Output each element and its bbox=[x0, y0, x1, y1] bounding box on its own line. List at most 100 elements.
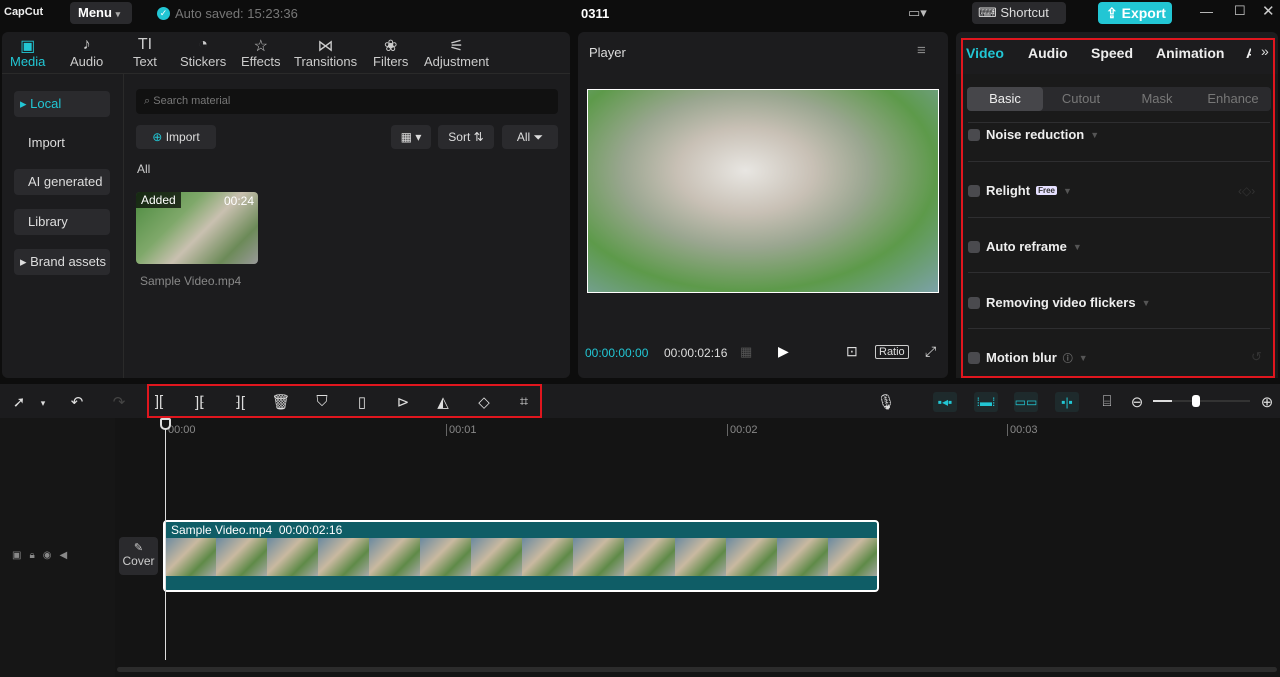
filmstrip-frame bbox=[369, 538, 420, 576]
zoom-slider[interactable] bbox=[1153, 395, 1250, 407]
edit-icon: ✎ bbox=[133, 542, 144, 554]
zoom-slider-handle[interactable] bbox=[1192, 395, 1201, 407]
check-icon: ✓ bbox=[157, 7, 170, 20]
filmstrip-frame bbox=[522, 538, 573, 576]
shortcut-button[interactable]: ⌨ Shortcut bbox=[972, 2, 1066, 24]
filmstrip-frame bbox=[318, 538, 369, 576]
video-preview[interactable] bbox=[587, 89, 939, 293]
tab-effects[interactable]: ☆ Effects bbox=[241, 36, 281, 69]
chevron-down-icon[interactable]: ▾ bbox=[32, 398, 54, 409]
play-icon[interactable]: ▶ bbox=[778, 343, 789, 360]
menu-button[interactable]: Menu ▾ bbox=[70, 2, 132, 24]
zoom-in-icon[interactable]: ⊕ bbox=[1256, 393, 1278, 411]
minimize-icon[interactable]: — bbox=[1200, 4, 1213, 19]
tab-audio[interactable]: ♪ Audio bbox=[70, 36, 103, 69]
preview-axis-icon[interactable]: ▪|▪ bbox=[1055, 392, 1079, 412]
select-cursor-icon[interactable]: ➚ bbox=[8, 393, 30, 411]
sidebar-item-brand-assets[interactable]: ▸ Brand assets bbox=[14, 249, 110, 275]
tab-stickers[interactable]: ◔ Stickers bbox=[180, 36, 226, 69]
hamburger-icon[interactable]: ≡ bbox=[917, 42, 926, 59]
speaker-icon[interactable]: ◀ bbox=[60, 550, 76, 561]
highlight-box-inspector bbox=[961, 38, 1275, 378]
tab-label: Stickers bbox=[180, 54, 227, 69]
transitions-icon: ⋈ bbox=[317, 38, 334, 55]
filter-label: All bbox=[516, 130, 531, 144]
chevron-down-icon: ▾ bbox=[115, 9, 121, 19]
clip-label: Sample Video.mp4 00:00:02:16 bbox=[171, 523, 342, 537]
tab-filters[interactable]: ❀ Filters bbox=[373, 36, 408, 69]
export-label: Export bbox=[1121, 5, 1166, 21]
clip-name: Sample Video.mp4 bbox=[140, 274, 242, 288]
media-panel bbox=[2, 32, 570, 378]
filmstrip-frame bbox=[624, 538, 675, 576]
timeline-video-clip[interactable]: Sample Video.mp4 00:00:02:16 bbox=[163, 520, 879, 592]
section-label: All bbox=[137, 162, 151, 176]
ruler-search-icon[interactable]: ⌸ bbox=[1096, 393, 1118, 410]
tab-label: Audio bbox=[70, 54, 104, 69]
divider bbox=[123, 74, 124, 378]
screenshot-icon[interactable]: ⊡ bbox=[846, 343, 858, 360]
close-icon[interactable]: ✕ bbox=[1262, 2, 1275, 20]
tab-adjustment[interactable]: ⚟ Adjustment bbox=[424, 36, 489, 69]
microphone-icon[interactable]: 🎙︎ bbox=[875, 393, 897, 411]
cover-button[interactable]: ✎ Cover bbox=[119, 537, 158, 575]
filter-button[interactable]: All ⏷ bbox=[502, 125, 558, 149]
sort-icon: ⇅ bbox=[473, 130, 484, 144]
filmstrip-frame bbox=[573, 538, 624, 576]
keyboard-icon: ⌨ bbox=[978, 5, 997, 20]
menu-label: Menu bbox=[78, 5, 112, 20]
divider bbox=[2, 73, 570, 74]
capcut-logo: CapCut bbox=[4, 6, 44, 18]
sidebar-item-library[interactable]: Library bbox=[14, 209, 110, 235]
layout-icon[interactable]: ▭▾ bbox=[908, 5, 927, 21]
sidebar-label: Local bbox=[30, 96, 62, 111]
sidebar-item-import[interactable]: Import bbox=[14, 130, 110, 156]
filmstrip-frame bbox=[267, 538, 318, 576]
undo-icon[interactable]: ↶ bbox=[66, 393, 88, 411]
tab-transitions[interactable]: ⋈ Transitions bbox=[294, 36, 357, 69]
video-track-icon[interactable]: ▣ bbox=[12, 550, 29, 561]
auto-snap-icon[interactable]: ⁞▬⁞ bbox=[974, 392, 998, 412]
ruler-tick: 00:00 bbox=[168, 424, 196, 436]
playhead[interactable] bbox=[165, 420, 166, 660]
search-placeholder: Search material bbox=[153, 95, 231, 107]
export-button[interactable]: ⇪ Export bbox=[1098, 2, 1172, 24]
horizontal-scrollbar[interactable] bbox=[117, 667, 1277, 672]
tab-text[interactable]: TI Text bbox=[133, 36, 157, 69]
tab-media[interactable]: ▣ Media bbox=[10, 36, 45, 69]
project-title: 0311 bbox=[581, 6, 610, 21]
filmstrip-frame bbox=[471, 538, 522, 576]
link-icon[interactable]: ▭▭ bbox=[1014, 392, 1038, 412]
redo-icon[interactable]: ↷ bbox=[108, 393, 130, 411]
sort-label: Sort bbox=[448, 130, 471, 144]
sidebar-item-ai-generated[interactable]: AI generated bbox=[14, 169, 110, 195]
eye-icon[interactable]: ◉ bbox=[43, 550, 60, 561]
import-button[interactable]: ⊕ Import bbox=[136, 125, 216, 149]
shortcut-label: Shortcut bbox=[1000, 5, 1049, 20]
sort-button[interactable]: Sort ⇅ bbox=[438, 125, 494, 149]
sidebar-item-local[interactable]: ▸ Local bbox=[14, 91, 110, 117]
search-input[interactable]: ⌕ Search material bbox=[136, 89, 558, 114]
timecode-grid-icon[interactable]: ▦ bbox=[740, 344, 752, 360]
lock-icon[interactable]: 🔒︎ bbox=[29, 550, 42, 561]
track-header-column bbox=[0, 418, 115, 677]
maximize-icon[interactable]: ☐ bbox=[1234, 3, 1246, 19]
filter-icon: ⏷ bbox=[533, 130, 544, 144]
track-controls: ▣🔒︎◉◀ bbox=[12, 550, 75, 561]
media-clip-thumbnail[interactable]: Added 00:24 bbox=[136, 192, 258, 264]
highlight-box-toolbar bbox=[147, 384, 542, 418]
current-time: 00:00:00:00 bbox=[585, 346, 649, 360]
main-track-magnet-icon[interactable]: ▪◂▪ bbox=[933, 392, 957, 412]
title-bar: CapCut Menu ▾ ✓ Auto saved: 15:23:36 031… bbox=[0, 0, 1280, 28]
sidebar-label: AI generated bbox=[28, 174, 103, 189]
fullscreen-icon[interactable]: ⤢ bbox=[925, 343, 936, 360]
plus-icon: ⊕ bbox=[152, 130, 163, 144]
view-toggle[interactable]: ▦ ▾ bbox=[391, 125, 431, 149]
clip-duration-label: 00:00:02:16 bbox=[278, 523, 343, 537]
grid-icon: ▦ ▾ bbox=[400, 130, 422, 144]
zoom-out-icon[interactable]: ⊖ bbox=[1126, 393, 1148, 411]
playhead-handle[interactable] bbox=[160, 418, 171, 430]
search-icon: ⌕ bbox=[144, 95, 151, 107]
sidebar-label: Library bbox=[28, 214, 68, 229]
ratio-button[interactable]: Ratio bbox=[875, 345, 909, 359]
